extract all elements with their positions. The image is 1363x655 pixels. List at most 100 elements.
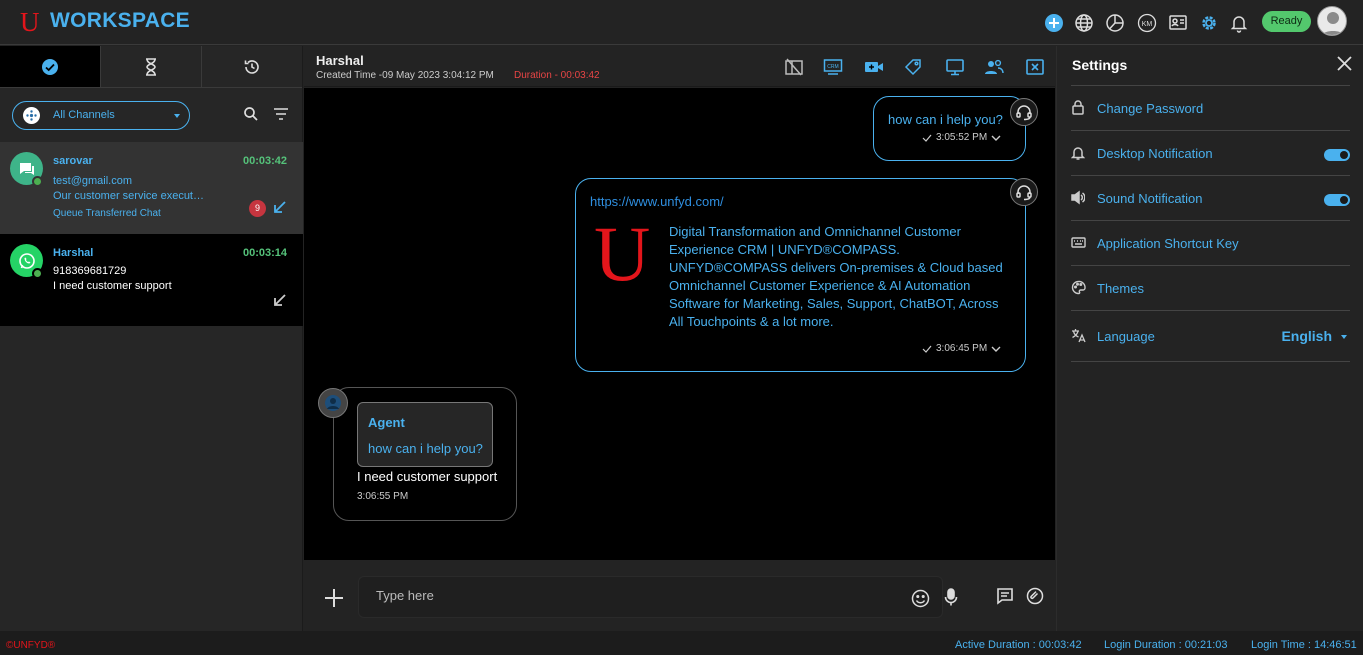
add-icon[interactable] [1044,13,1064,33]
message-time-row: 3:06:45 PM [922,343,1001,354]
chat-tabs [0,46,302,88]
message-time: 3:06:55 PM [357,491,409,502]
chevron-down-icon[interactable] [991,345,1001,353]
tag-icon[interactable] [904,58,924,76]
unread-count-badge: 9 [249,200,266,217]
active-duration: Active Duration : 00:03:42 [955,639,1082,651]
message-time: 3:06:45 PM [936,343,988,354]
chat-contact-name: Harshal [53,247,94,259]
settings-item-change-password[interactable]: Change Password [1071,85,1350,130]
screen-share-icon[interactable] [945,58,965,76]
settings-panel: Settings Change Password Desktop Notific… [1056,46,1363,631]
chat-list-item[interactable]: Harshal 00:03:14 918369681729 I need cus… [0,234,303,326]
chat-status: Queue Transferred Chat [53,208,161,219]
settings-item-label: Desktop Notification [1097,146,1213,161]
history-icon [243,58,261,76]
tab-pending-chats[interactable] [101,46,202,87]
close-icon[interactable] [1337,56,1352,71]
message-input[interactable] [376,588,876,603]
online-status-dot [32,176,43,187]
conversation-area: how can i help you? 3:05:52 PM https://w… [304,88,1055,560]
settings-item-desktop-notification: Desktop Notification [1071,130,1350,175]
bell-icon [1071,145,1085,160]
login-time: Login Time : 14:46:51 [1251,639,1357,651]
microphone-icon[interactable] [944,588,958,607]
chat-list-item[interactable]: sarovar 00:03:42 test@gmail.com Our cust… [0,142,303,234]
chat-preview: I need customer support [53,280,172,292]
desktop-notification-toggle[interactable] [1324,149,1350,161]
chat-preview: Our customer service executive will be w… [53,190,205,202]
customer-message-bubble: Agent how can i help you? I need custome… [333,387,517,521]
user-avatar[interactable] [1317,6,1347,36]
link-preview-logo: U [594,210,651,297]
contact-card-icon[interactable] [1168,13,1188,33]
canned-message-icon[interactable] [996,587,1014,605]
settings-item-label: Themes [1097,281,1144,296]
chat-list-panel: All Channels sarovar 00:03:42 test@gmail… [0,46,303,631]
message-link[interactable]: https://www.unfyd.com/ [590,194,724,209]
agent-avatar-icon [1010,178,1038,206]
chat-timer: 00:03:42 [242,155,287,167]
incoming-arrow-icon[interactable] [272,293,287,308]
chat-customer-name: Harshal [316,53,364,68]
pie-chart-icon[interactable] [1105,13,1125,33]
attachment-icon[interactable] [1026,587,1044,605]
crm-icon[interactable]: CRM [823,58,843,76]
notification-bell-icon[interactable] [1229,13,1249,33]
message-composer [304,560,1055,631]
video-call-icon[interactable] [864,58,884,76]
tab-chat-history[interactable] [202,46,302,87]
message-text: how can i help you? [888,112,1003,127]
settings-item-sound-notification: Sound Notification [1071,175,1350,220]
chat-duration: Duration - 00:03:42 [514,70,600,81]
transfer-arrow-icon[interactable] [272,200,287,215]
channel-filter-label: All Channels [53,109,115,121]
chat-timer: 00:03:14 [242,247,287,259]
online-status-dot [32,268,43,279]
message-text: I need customer support [357,469,498,484]
settings-item-themes[interactable]: Themes [1071,265,1350,310]
sound-notification-toggle[interactable] [1324,194,1350,206]
login-duration: Login Duration : 00:21:03 [1104,639,1228,651]
language-value[interactable]: English [1281,328,1332,344]
hide-pane-icon[interactable] [784,58,804,76]
agent-link-message-bubble: https://www.unfyd.com/ U Digital Transfo… [575,178,1026,372]
quoted-text: how can i help you? [368,441,483,456]
settings-item-shortcut-key[interactable]: Application Shortcut Key [1071,220,1350,265]
link-preview-description: Digital Transformation and Omnichannel C… [669,224,1003,329]
search-icon[interactable] [243,106,259,122]
transfer-agents-icon[interactable] [984,58,1004,76]
message-input-box [358,576,943,618]
quoted-message: Agent how can i help you? [357,402,493,467]
sort-icon[interactable] [273,107,289,121]
settings-item-language[interactable]: Language English [1071,310,1350,362]
settings-item-label: Sound Notification [1097,191,1203,206]
copyright: ©UNFYD® [6,640,56,651]
svg-text:KM: KM [1142,21,1153,28]
chevron-down-icon[interactable] [991,134,1001,142]
footer: ©UNFYD® Active Duration : 00:03:42 Login… [0,631,1363,655]
check-icon [922,345,932,353]
message-time: 3:05:52 PM [936,132,988,143]
agent-message-bubble: how can i help you? 3:05:52 PM [873,96,1026,161]
chat-contact-name: sarovar [53,155,93,167]
chat-created-time: Created Time -09 May 2023 3:04:12 PM [316,70,494,81]
tab-active-chats[interactable] [0,46,101,87]
globe-icon[interactable] [1074,13,1094,33]
chat-contact-phone: 918369681729 [53,265,127,277]
end-chat-icon[interactable] [1025,58,1045,76]
agent-avatar-icon [1010,98,1038,126]
settings-gear-icon[interactable] [1199,13,1219,33]
attach-plus-icon[interactable] [324,588,344,608]
svg-text:CRM: CRM [827,64,838,70]
chat-header: Harshal Created Time -09 May 2023 3:04:1… [304,46,1055,87]
logo: U [20,7,40,37]
emoji-icon[interactable] [911,589,930,608]
status-ready-button[interactable]: Ready [1262,11,1311,32]
channels-hub-icon [23,107,40,124]
channel-filter-select[interactable]: All Channels [12,101,190,130]
keyboard-icon [1071,235,1086,250]
knowledge-management-icon[interactable]: KM [1137,13,1157,33]
caret-down-icon [174,114,180,118]
settings-item-label: Language [1097,329,1155,344]
